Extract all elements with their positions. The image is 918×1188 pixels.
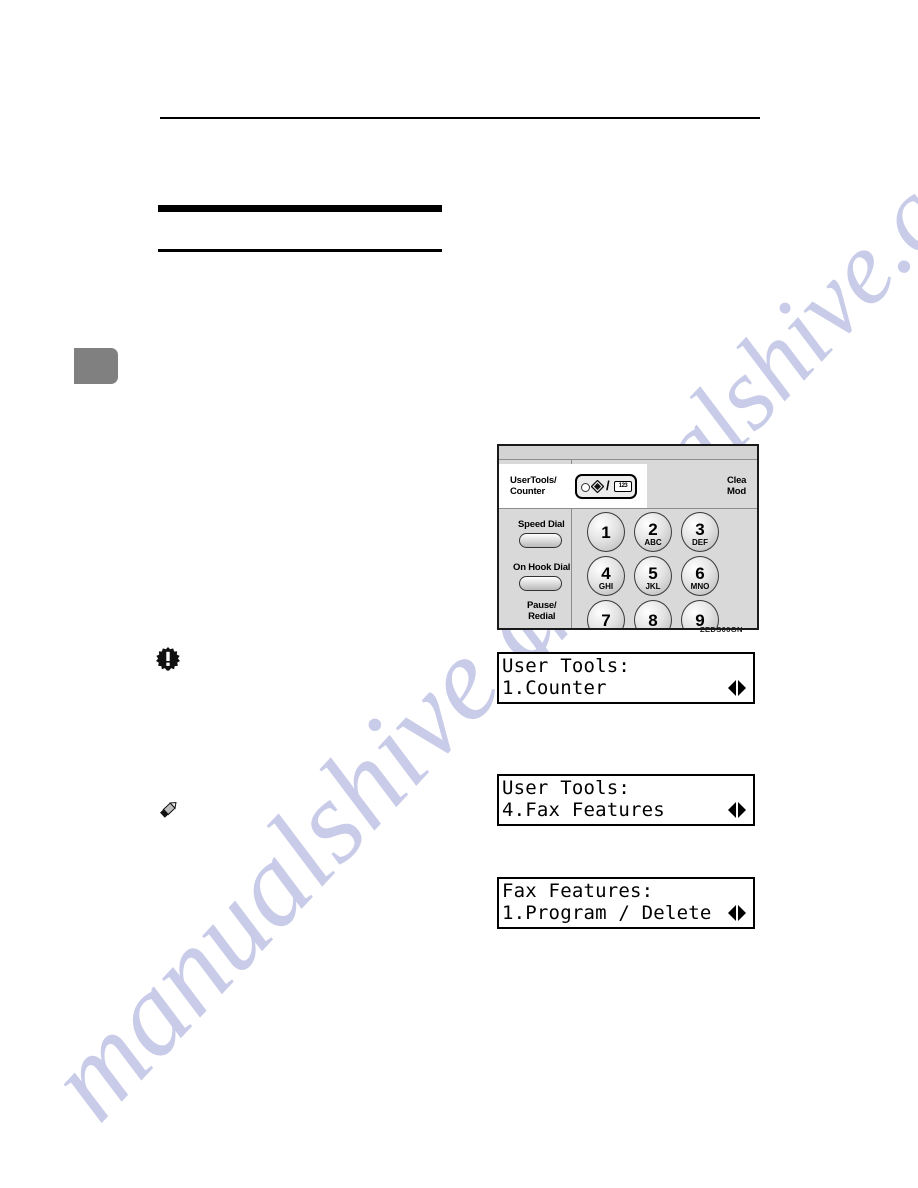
lcd-line-1: Fax Features:: [502, 880, 654, 902]
on-hook-dial-key[interactable]: [519, 576, 562, 591]
keypad-key-number: 6: [695, 564, 705, 583]
note-pencil-icon: [158, 798, 180, 825]
keypad-key-1[interactable]: 1: [587, 512, 625, 552]
left-right-arrows-icon: [728, 802, 746, 818]
user-tools-counter-label-line2: Counter: [510, 485, 546, 497]
keypad-key-number: 8: [648, 611, 658, 630]
user-tools-counter-key[interactable]: / 123: [575, 474, 637, 499]
keypad-key-number: 2: [648, 520, 658, 539]
speed-dial-label: Speed Dial: [518, 519, 565, 530]
lcd-screen-2: User Tools: 4.Fax Features: [497, 774, 755, 826]
lcd-line-2: 4.Fax Features: [502, 799, 665, 821]
lcd-line-1: User Tools:: [502, 777, 631, 799]
control-panel-illustration: UserTools/ Counter Clea Mod / 123 Speed …: [497, 444, 759, 630]
pause-redial-label-line1: Pause/: [527, 600, 557, 611]
important-starburst-icon: [156, 647, 180, 676]
heading-rule-thick: [158, 205, 442, 212]
keypad-key-number: 5: [648, 564, 658, 583]
counter-key-icon: 123: [614, 481, 632, 492]
keypad-key-number: 7: [601, 611, 611, 630]
user-tools-counter-label-line1: UserTools/: [510, 475, 557, 486]
pause-redial-label-line2: Redial: [528, 610, 556, 622]
keypad-key-3[interactable]: 3 DEF: [681, 512, 719, 552]
keypad-key-letters: GHI: [598, 582, 614, 591]
left-right-arrows-icon: [728, 905, 746, 921]
keypad-key-8[interactable]: 8: [634, 600, 672, 630]
keypad-key-number: 3: [695, 520, 705, 539]
pause-redial-label: Pause/ Redial: [527, 600, 557, 622]
watermark: manualshive.com manualshive.com: [0, 0, 918, 1188]
lcd-screen-3: Fax Features: 1.Program / Delete: [497, 877, 755, 929]
speed-dial-key[interactable]: [519, 533, 562, 548]
user-tools-diamond-icon: [591, 480, 604, 493]
user-tools-led-indicator-icon: [581, 483, 590, 492]
keypad-key-letters: ABC: [644, 538, 662, 547]
control-panel-divider: [499, 508, 757, 509]
keypad-key-2[interactable]: 2 ABC: [634, 512, 672, 552]
user-tools-slash-glyph: /: [606, 478, 610, 493]
clear-modes-label-line2: Mod: [727, 485, 746, 497]
keypad-key-6[interactable]: 6 MNO: [681, 556, 719, 596]
lcd-line-1: User Tools:: [502, 655, 631, 677]
left-right-arrows-icon: [728, 680, 746, 696]
keypad-key-4[interactable]: 4 GHI: [587, 556, 625, 596]
lcd-line-2: 1.Counter: [502, 677, 607, 699]
keypad-key-number: 4: [601, 564, 611, 583]
header-rule: [160, 117, 760, 119]
on-hook-dial-label: On Hook Dial: [513, 562, 571, 573]
figure-caption: ZEDS06GN: [700, 625, 743, 634]
lcd-screen-1: User Tools: 1.Counter: [497, 652, 755, 704]
clear-modes-label: Clea Mod: [727, 475, 747, 497]
keypad-key-7[interactable]: 7: [587, 600, 625, 630]
keypad-key-letters: MNO: [690, 582, 710, 591]
keypad-key-letters: JKL: [645, 582, 661, 591]
user-tools-counter-label: UserTools/ Counter: [510, 475, 557, 497]
control-panel-top-strip: [499, 446, 757, 460]
keypad-key-number: 1: [601, 523, 611, 542]
chapter-tab: [74, 348, 118, 384]
heading-rule-thin: [158, 249, 442, 252]
keypad-key-letters: DEF: [692, 538, 708, 547]
document-page: manualshive.com manualshive.com UserTool…: [0, 0, 918, 1188]
keypad-key-5[interactable]: 5 JKL: [634, 556, 672, 596]
lcd-line-2: 1.Program / Delete: [502, 902, 712, 924]
clear-modes-label-line1: Clea: [727, 475, 747, 486]
